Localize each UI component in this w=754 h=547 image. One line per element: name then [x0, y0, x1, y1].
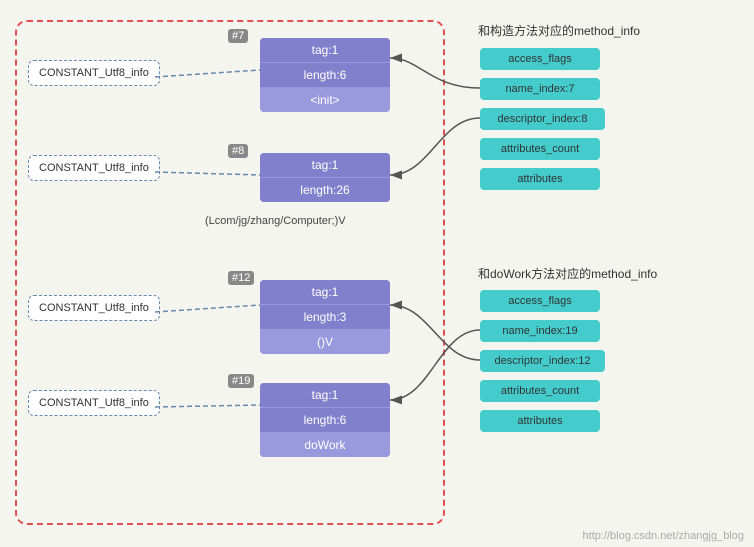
- badge-8: #8: [228, 143, 248, 158]
- constant-box-2: CONSTANT_Utf8_info: [28, 155, 160, 181]
- block-12-value: ()V: [260, 330, 390, 354]
- block-8-length: length:26: [260, 178, 390, 202]
- badge-label-7: #7: [228, 29, 248, 43]
- constant-box-3: CONSTANT_Utf8_info: [28, 295, 160, 321]
- badge-7: #7: [228, 28, 248, 43]
- constant-label-3: CONSTANT_Utf8_info: [39, 302, 149, 314]
- block-12: tag:1 length:3 ()V: [260, 280, 390, 354]
- constructor-descriptor-index: descriptor_index:8: [480, 108, 605, 130]
- block-19: tag:1 length:6 doWork: [260, 383, 390, 457]
- badge-label-19: #19: [228, 374, 254, 388]
- badge-19: #19: [228, 373, 254, 388]
- constructor-attributes-count: attributes_count: [480, 138, 600, 160]
- block-8: tag:1 length:26: [260, 153, 390, 202]
- constructor-access-flags: access_flags: [480, 48, 600, 70]
- dowork-name-index: name_index:19: [480, 320, 600, 342]
- constructor-name-index: name_index:7: [480, 78, 600, 100]
- watermark: http://blog.csdn.net/zhangjg_blog: [583, 530, 744, 542]
- dowork-label: 和doWork方法对应的method_info: [478, 265, 657, 282]
- constant-label-1: CONSTANT_Utf8_info: [39, 67, 149, 79]
- block-7: tag:1 length:6 <init>: [260, 38, 390, 112]
- block-19-tag: tag:1: [260, 383, 390, 408]
- constructor-label: 和构造方法对应的method_info: [478, 22, 640, 39]
- block-7-length: length:6: [260, 63, 390, 88]
- dowork-descriptor-index: descriptor_index:12: [480, 350, 605, 372]
- block-19-length: length:6: [260, 408, 390, 433]
- block-7-value: <init>: [260, 88, 390, 112]
- block-8-tag: tag:1: [260, 153, 390, 178]
- dowork-attributes-count: attributes_count: [480, 380, 600, 402]
- constant-label-4: CONSTANT_Utf8_info: [39, 397, 149, 409]
- dowork-access-flags: access_flags: [480, 290, 600, 312]
- block-19-value: doWork: [260, 433, 390, 457]
- dowork-attributes: attributes: [480, 410, 600, 432]
- block-7-tag: tag:1: [260, 38, 390, 63]
- block-12-tag: tag:1: [260, 280, 390, 305]
- constant-label-2: CONSTANT_Utf8_info: [39, 162, 149, 174]
- constant-box-4: CONSTANT_Utf8_info: [28, 390, 160, 416]
- badge-label-8: #8: [228, 144, 248, 158]
- constant-box-1: CONSTANT_Utf8_info: [28, 60, 160, 86]
- block-12-length: length:3: [260, 305, 390, 330]
- constructor-attributes: attributes: [480, 168, 600, 190]
- block-8-subtext: (Lcom/jg/zhang/Computer;)V: [205, 215, 346, 227]
- badge-12: #12: [228, 270, 254, 285]
- badge-label-12: #12: [228, 271, 254, 285]
